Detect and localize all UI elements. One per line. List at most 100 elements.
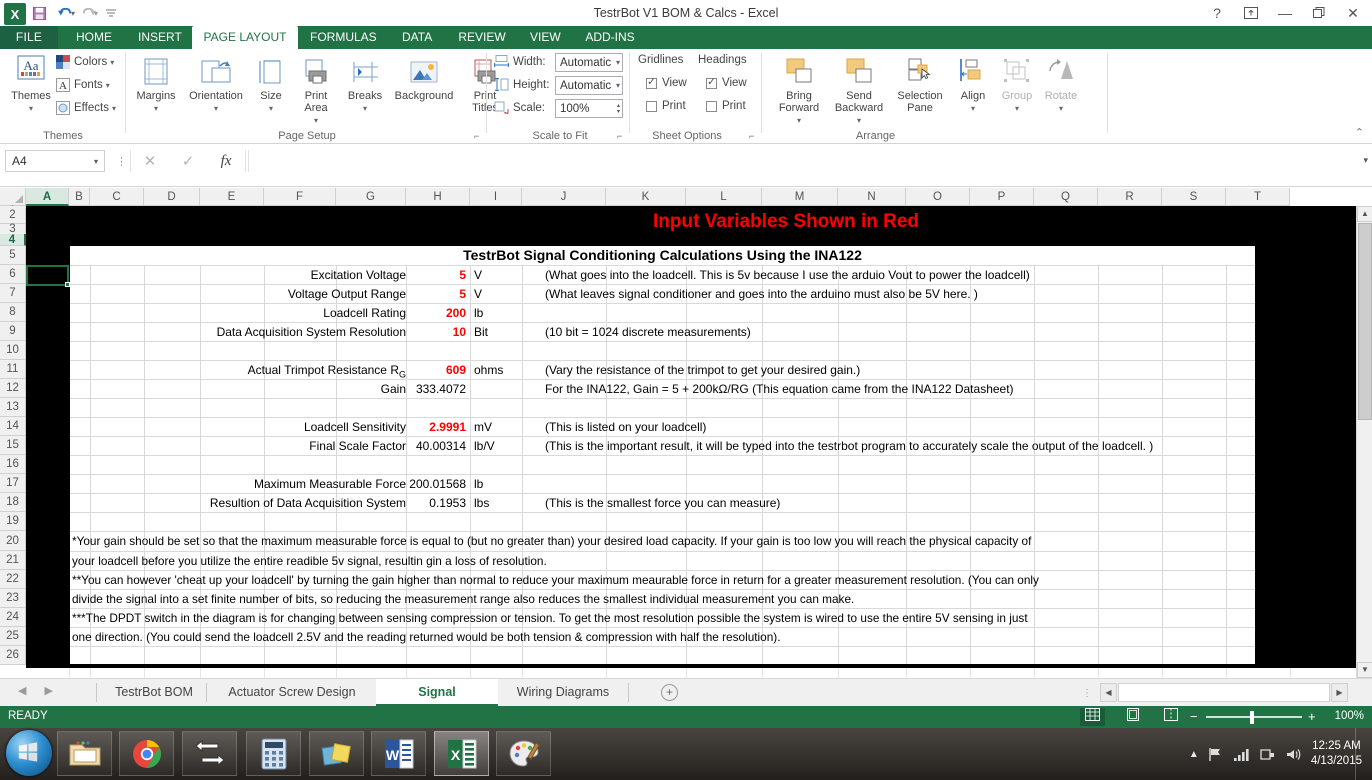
horizontal-scroll-track[interactable] xyxy=(1118,683,1330,702)
save-icon[interactable] xyxy=(26,0,52,26)
gridlines-print-checkbox[interactable]: Print xyxy=(646,100,686,112)
chevron-down-icon[interactable]: ▾ xyxy=(314,116,318,125)
expand-formula-bar-icon[interactable]: ▾ xyxy=(1363,155,1368,166)
row-header-2[interactable]: 2 xyxy=(0,206,26,224)
column-header-j[interactable]: J xyxy=(522,188,606,206)
column-header-f[interactable]: F xyxy=(264,188,336,206)
hscroll-left-icon[interactable]: ◀ xyxy=(1100,683,1117,702)
close-icon[interactable]: ✕ xyxy=(1336,0,1370,26)
restore-icon[interactable] xyxy=(1302,0,1336,26)
hscroll-right-icon[interactable]: ▶ xyxy=(1331,683,1348,702)
bring-forward-button[interactable]: Bring Forward ▾ xyxy=(771,53,827,127)
column-header-q[interactable]: Q xyxy=(1034,188,1098,206)
rotate-button[interactable]: Rotate ▾ xyxy=(1039,53,1083,115)
taskbar-file-transfer[interactable] xyxy=(182,731,237,776)
row-header-17[interactable]: 17 xyxy=(0,474,26,493)
entry-value[interactable]: 10 xyxy=(406,323,466,342)
entry-value[interactable]: 333.4072 xyxy=(406,380,466,399)
sheet-tab-testrbot-bom[interactable]: TestrBot BOM xyxy=(100,679,208,706)
align-button[interactable]: Align ▾ xyxy=(953,53,993,115)
start-orb[interactable] xyxy=(6,730,52,776)
entry-value[interactable]: 200 xyxy=(406,304,466,323)
column-header-l[interactable]: L xyxy=(686,188,762,206)
chevron-down-icon[interactable]: ▾ xyxy=(110,58,114,67)
row-header-9[interactable]: 9 xyxy=(0,322,26,341)
theme-colors-button[interactable]: Colors ▾ xyxy=(56,55,114,69)
row-header-20[interactable]: 20 xyxy=(0,531,26,551)
taskbar-google-chrome[interactable] xyxy=(119,731,174,776)
column-header-n[interactable]: N xyxy=(838,188,906,206)
tab-add-ins[interactable]: ADD-INS xyxy=(574,26,646,49)
row-header-24[interactable]: 24 xyxy=(0,608,26,627)
chevron-down-icon[interactable]: ▾ xyxy=(94,157,98,166)
select-all-corner[interactable] xyxy=(0,188,26,206)
sheet-nav-arrows[interactable]: ◀ ▶ xyxy=(18,684,53,697)
chevron-down-icon[interactable]: ▾ xyxy=(857,116,861,125)
ribbon-display-options-icon[interactable] xyxy=(1234,0,1268,26)
taskbar-microsoft-excel[interactable]: X xyxy=(434,731,489,776)
enter-icon[interactable]: ✓ xyxy=(169,152,207,170)
column-header-c[interactable]: C xyxy=(90,188,144,206)
column-header-g[interactable]: G xyxy=(336,188,406,206)
row-header-23[interactable]: 23 xyxy=(0,589,26,608)
chevron-down-icon[interactable]: ▾ xyxy=(1015,104,1019,113)
group-button[interactable]: Group ▾ xyxy=(995,53,1039,115)
row-header-21[interactable]: 21 xyxy=(0,551,26,570)
spreadsheet-grid[interactable]: ABCDEFGHIJKLMNOPQRST 1234567891011121314… xyxy=(0,188,1372,678)
page-break-preview-icon[interactable] xyxy=(1158,708,1183,726)
print-area-button[interactable]: Print Area ▾ xyxy=(292,53,340,127)
chevron-down-icon[interactable]: ▾ xyxy=(154,104,158,113)
taskbar-sticky-notes[interactable] xyxy=(309,731,364,776)
tab-view[interactable]: VIEW xyxy=(520,26,570,49)
normal-view-icon[interactable] xyxy=(1080,708,1105,726)
zoom-out-button[interactable]: − xyxy=(1190,709,1198,724)
active-cell-selection[interactable] xyxy=(26,265,70,287)
page-setup-dialog-launcher[interactable]: ⌐ xyxy=(474,131,485,142)
tab-formulas[interactable]: FORMULAS xyxy=(300,26,386,49)
formula-input[interactable] xyxy=(248,150,1350,172)
name-box[interactable]: A4 ▾ xyxy=(5,150,105,172)
vertical-scroll-thumb[interactable] xyxy=(1358,223,1372,420)
show-desktop-button[interactable] xyxy=(1355,728,1362,780)
send-backward-button[interactable]: Send Backward ▾ xyxy=(831,53,887,127)
volume-icon[interactable] xyxy=(1285,747,1302,762)
column-header-p[interactable]: P xyxy=(970,188,1034,206)
entry-value[interactable]: 200.01568 xyxy=(406,475,466,494)
column-header-t[interactable]: T xyxy=(1226,188,1290,206)
row-header-12[interactable]: 12 xyxy=(0,379,26,398)
tab-home[interactable]: HOME xyxy=(66,26,122,49)
spinner-arrows-icon[interactable]: ▴ ▾ xyxy=(617,103,620,115)
tab-page-layout[interactable]: PAGE LAYOUT xyxy=(192,26,298,49)
chevron-down-icon[interactable]: ▾ xyxy=(106,81,110,90)
themes-button[interactable]: Aa Themes ▾ xyxy=(4,53,58,115)
chevron-down-icon[interactable]: ▾ xyxy=(112,104,116,113)
formula-bar-handle[interactable]: ⋮ xyxy=(116,155,127,168)
hscroll-handle[interactable]: ⋮ xyxy=(1082,688,1092,699)
taskbar-paint[interactable] xyxy=(496,731,551,776)
scale-spinner[interactable]: 100% ▴ ▾ xyxy=(555,99,623,118)
taskbar-file-explorer[interactable] xyxy=(57,731,112,776)
column-header-o[interactable]: O xyxy=(906,188,970,206)
chevron-down-icon[interactable]: ▾ xyxy=(971,104,975,113)
column-header-b[interactable]: B xyxy=(69,188,90,206)
vertical-scrollbar[interactable]: ▲ ▼ xyxy=(1356,206,1372,678)
entry-value[interactable]: 0.1953 xyxy=(406,494,466,513)
sheet-tab-actuator-screw-design[interactable]: Actuator Screw Design xyxy=(210,679,374,706)
add-sheet-button[interactable]: + xyxy=(661,684,678,701)
chevron-down-icon[interactable]: ▾ xyxy=(214,104,218,113)
entry-value[interactable]: 609 xyxy=(406,361,466,380)
row-header-16[interactable]: 16 xyxy=(0,455,26,474)
chevron-down-icon[interactable]: ▾ xyxy=(797,116,801,125)
theme-effects-button[interactable]: Effects ▾ xyxy=(56,101,116,115)
theme-fonts-button[interactable]: A Fonts ▾ xyxy=(56,78,110,92)
orientation-button[interactable]: Orientation ▾ xyxy=(185,53,247,115)
column-header-m[interactable]: M xyxy=(762,188,838,206)
help-icon[interactable]: ? xyxy=(1200,0,1234,26)
zoom-in-button[interactable]: + xyxy=(1308,709,1316,724)
row-header-13[interactable]: 13 xyxy=(0,398,26,417)
row-header-5[interactable]: 5 xyxy=(0,246,26,265)
scale-width-select[interactable]: Automatic ▾ xyxy=(555,53,623,72)
entry-value[interactable]: 40.00314 xyxy=(406,437,466,456)
entry-value[interactable]: 5 xyxy=(406,285,466,304)
selection-pane-button[interactable]: Selection Pane xyxy=(891,53,949,114)
